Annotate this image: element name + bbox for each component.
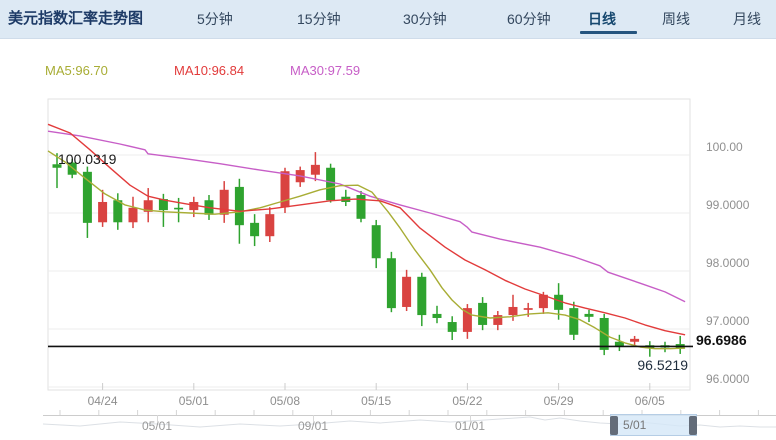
y-axis-label: 98.0000 bbox=[706, 257, 772, 270]
navigator-left-handle[interactable] bbox=[610, 416, 618, 435]
x-axis-label: 05/22 bbox=[437, 394, 497, 408]
candlestick bbox=[387, 258, 396, 308]
candlestick bbox=[265, 214, 274, 236]
ma30-line bbox=[48, 131, 685, 302]
candlestick bbox=[220, 190, 229, 215]
candlestick bbox=[372, 225, 381, 258]
low-price-annotation: 96.5219 bbox=[606, 357, 688, 373]
navigator-tick bbox=[157, 415, 158, 422]
x-axis-label: 05/29 bbox=[529, 394, 589, 408]
navigator-tick bbox=[470, 415, 471, 422]
candlestick bbox=[433, 314, 442, 318]
candlestick bbox=[524, 308, 533, 310]
candlestick bbox=[478, 303, 487, 325]
high-price-annotation: 100.0319 bbox=[58, 151, 116, 167]
candlestick bbox=[630, 339, 639, 342]
dollar-index-chart-page: 美元指数汇率走势图 5分钟15分钟30分钟60分钟日线周线月线 MA5:96.7… bbox=[0, 0, 776, 440]
navigator-selection[interactable]: 5/01 bbox=[610, 414, 697, 436]
candlestick bbox=[98, 202, 107, 222]
candlestick bbox=[311, 165, 320, 175]
candlestick bbox=[326, 168, 335, 200]
candlestick bbox=[174, 208, 183, 210]
candlestick bbox=[509, 307, 518, 315]
x-axis-label: 05/01 bbox=[164, 394, 224, 408]
navigator-tick bbox=[313, 415, 314, 422]
candlestick bbox=[585, 314, 594, 317]
y-axis-label: 100.00 bbox=[706, 141, 772, 154]
x-axis-label: 04/24 bbox=[73, 394, 133, 408]
candlestick-chart[interactable] bbox=[0, 0, 776, 440]
candlestick bbox=[493, 315, 502, 325]
candlestick bbox=[129, 208, 138, 223]
candlestick bbox=[113, 200, 122, 222]
candlestick bbox=[448, 322, 457, 332]
candlestick bbox=[235, 187, 244, 225]
candlestick bbox=[250, 223, 259, 236]
y-axis-label: 99.0000 bbox=[706, 199, 772, 212]
navigator-right-handle[interactable] bbox=[689, 416, 697, 435]
y-axis-label: 97.0000 bbox=[706, 315, 772, 328]
candlestick bbox=[569, 308, 578, 335]
current-price-label: 96.6986 bbox=[696, 332, 747, 348]
candlestick bbox=[417, 277, 426, 315]
navigator-selection-label: 5/01 bbox=[623, 418, 646, 432]
x-axis-label: 05/08 bbox=[255, 394, 315, 408]
y-axis-label: 96.0000 bbox=[706, 373, 772, 386]
x-axis-label: 06/05 bbox=[620, 394, 680, 408]
candlestick bbox=[402, 277, 411, 307]
x-axis-label: 05/15 bbox=[346, 394, 406, 408]
ma10-line bbox=[48, 124, 685, 334]
